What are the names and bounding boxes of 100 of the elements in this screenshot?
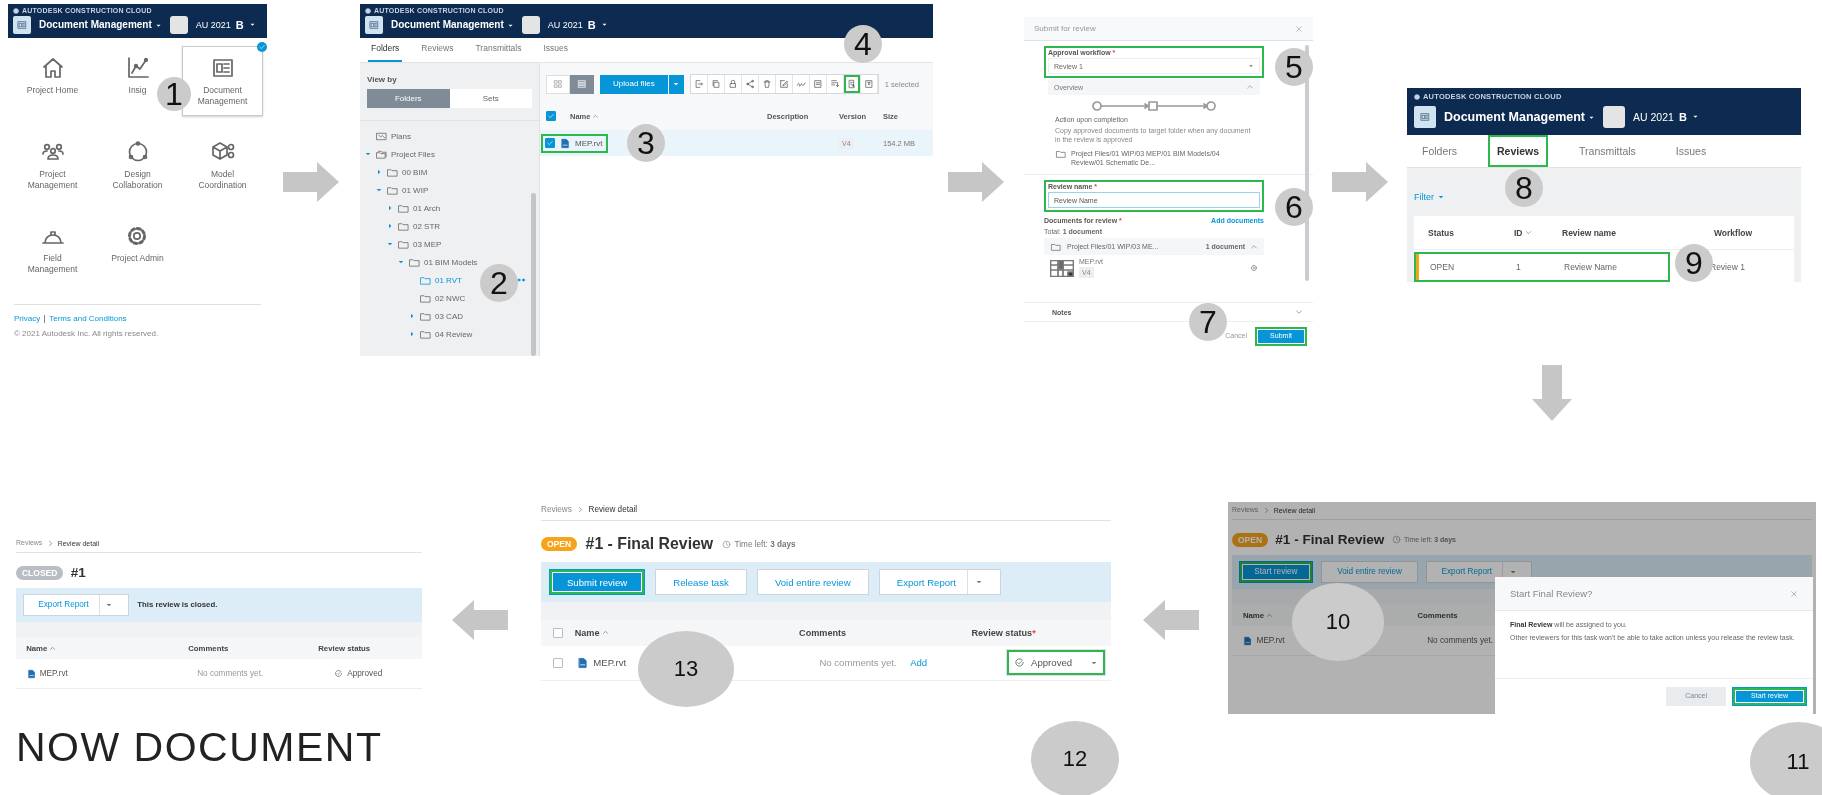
flow-arrow xyxy=(1143,600,1199,640)
caret-icon xyxy=(672,80,681,88)
checkbox[interactable] xyxy=(552,627,563,638)
project-switcher[interactable]: AU 2021 B xyxy=(1633,110,1699,124)
tree-item[interactable]: 01 Arch xyxy=(364,199,441,217)
copyright-text: © 2021 Autodesk Inc. All rights reserved. xyxy=(14,329,160,339)
folder-icon xyxy=(397,238,410,250)
breadcrumb-link[interactable]: Reviews xyxy=(541,504,572,515)
clock-icon xyxy=(721,539,731,549)
step-badge: 11 xyxy=(1750,722,1822,795)
tree-item[interactable]: 00 BIM xyxy=(364,163,428,181)
module-icon[interactable] xyxy=(1414,106,1436,128)
folder-icon xyxy=(419,310,432,322)
floor-plan-icon xyxy=(1420,112,1430,122)
folder-icon xyxy=(419,292,432,304)
privacy-link[interactable]: Privacy xyxy=(14,314,41,324)
tab[interactable]: Issues xyxy=(540,38,572,62)
scrollbar[interactable] xyxy=(531,193,536,356)
module-icon[interactable] xyxy=(365,16,383,34)
terms-link[interactable]: Terms and Conditions xyxy=(49,314,127,324)
column-header: Status xyxy=(1428,227,1455,238)
folder-icon xyxy=(386,166,399,178)
action-button[interactable]: Release task xyxy=(655,569,748,596)
folder-icon xyxy=(397,220,410,232)
app-tile[interactable]: Model Coordination xyxy=(182,130,263,201)
project-switcher[interactable]: AU 2021 B xyxy=(547,18,608,32)
dropdown-button[interactable]: Export Report xyxy=(22,593,130,616)
tab[interactable]: Issues xyxy=(1666,135,1716,167)
dropdown-button[interactable]: Export Report xyxy=(1425,560,1533,583)
checkbox[interactable] xyxy=(545,138,555,148)
project-thumbnail[interactable] xyxy=(169,16,188,34)
tree-item[interactable]: 01 RVT xyxy=(364,271,462,289)
close-button[interactable] xyxy=(1295,24,1303,33)
column-header[interactable]: ID xyxy=(1514,227,1562,238)
tab[interactable]: Reviews xyxy=(1488,135,1549,167)
layout-toggle[interactable] xyxy=(570,74,594,94)
dialog-title: Start Final Review? xyxy=(1510,588,1593,599)
review-row[interactable]: OPEN 1 Review Name xyxy=(1414,251,1670,282)
tree-item[interactable]: 02 STR xyxy=(364,217,441,235)
folder-icon xyxy=(397,202,410,214)
tree-item[interactable]: 01 BIM Models xyxy=(364,253,478,271)
file-name[interactable]: MEP.rvt xyxy=(39,669,68,679)
project-thumbnail[interactable] xyxy=(521,16,540,34)
view-toggle[interactable]: Folders xyxy=(367,89,450,108)
app-tile[interactable]: Project Management xyxy=(12,130,93,201)
sort-icon xyxy=(592,112,600,120)
clock-icon xyxy=(1391,535,1401,545)
caret-icon xyxy=(248,21,256,29)
app-tile[interactable]: Design Collaboration xyxy=(97,130,178,201)
column-header: Comments xyxy=(799,627,848,638)
flow-arrow xyxy=(452,600,508,640)
edit-icon xyxy=(778,79,789,89)
close-button[interactable] xyxy=(1790,589,1798,598)
tab[interactable]: Transmittals xyxy=(472,38,525,62)
column-header: Workflow xyxy=(1714,227,1754,238)
tab[interactable]: Reviews xyxy=(418,38,457,62)
tree-item[interactable]: 04 Review xyxy=(364,325,473,343)
file-name[interactable]: MEP.rvt xyxy=(1256,636,1285,646)
tree-item[interactable]: 03 CAD xyxy=(364,307,463,325)
upload-menu-button[interactable] xyxy=(668,74,684,94)
app-tile[interactable]: Insig xyxy=(117,46,158,117)
upload-button[interactable]: Upload files xyxy=(600,74,668,94)
module-switcher[interactable]: Document Management xyxy=(391,19,514,31)
floor-plan-icon xyxy=(17,20,27,30)
tree-item[interactable]: 03 MEP xyxy=(364,235,442,253)
tree-item[interactable]: Project Files xyxy=(364,145,435,163)
action-button[interactable]: Start review xyxy=(1238,560,1314,583)
tree-item[interactable]: 01 WIP xyxy=(364,181,429,199)
module-switcher[interactable]: Document Management xyxy=(39,19,162,31)
add-comment-link[interactable]: Add xyxy=(910,657,928,669)
module-switcher[interactable]: Document Management xyxy=(1444,109,1595,125)
tree-item[interactable]: Plans xyxy=(364,127,411,145)
review-status-select[interactable]: Approved xyxy=(1005,649,1107,677)
action-button[interactable]: Submit review xyxy=(548,569,646,596)
dropdown-button[interactable]: Export Report xyxy=(878,569,1002,596)
tree-item[interactable]: 02 NWC xyxy=(364,289,466,307)
action-button[interactable]: Void entire review xyxy=(756,569,869,596)
status-text: OPEN xyxy=(1430,261,1456,272)
file-name[interactable]: MEP.rvt xyxy=(575,138,603,148)
toolbar-button[interactable] xyxy=(843,75,861,93)
status-badge: OPEN xyxy=(541,537,577,552)
checkbox[interactable] xyxy=(553,657,564,668)
filter-link[interactable]: Filter xyxy=(1414,192,1445,203)
app-tile[interactable]: Project Admin xyxy=(104,214,171,285)
breadcrumb-current: Review detail xyxy=(588,505,638,515)
app-tile[interactable]: Field Management xyxy=(12,214,93,285)
folder-icon xyxy=(1055,149,1067,160)
app-tile[interactable]: Project Home xyxy=(19,46,86,117)
file-name-cell[interactable]: MEP.rvt xyxy=(541,133,609,153)
project-thumbnail[interactable] xyxy=(1603,106,1625,128)
checkbox[interactable] xyxy=(546,111,556,121)
tab[interactable]: Transmittals xyxy=(1570,135,1645,167)
module-icon[interactable] xyxy=(13,16,31,34)
list-download-icon xyxy=(829,79,840,89)
file-icon xyxy=(577,656,589,669)
file-name[interactable]: MEP.rvt xyxy=(593,657,627,669)
tab[interactable]: Folders xyxy=(1413,135,1466,167)
action-button[interactable]: Void entire review xyxy=(1321,560,1418,583)
view-toggle[interactable]: Sets xyxy=(449,89,532,108)
project-switcher[interactable]: AU 2021 B xyxy=(195,18,256,32)
